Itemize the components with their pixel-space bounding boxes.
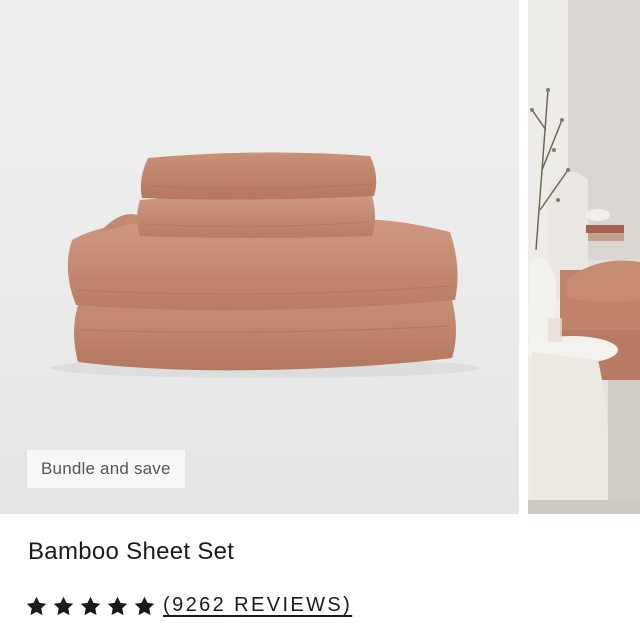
bundle-badge: Bundle and save (27, 450, 185, 488)
reviews-close-paren: ) (343, 594, 353, 616)
star-icon (134, 596, 155, 616)
star-icon (107, 596, 128, 616)
product-lifestyle-image[interactable] (528, 0, 640, 514)
star-icon (80, 596, 101, 616)
product-main-image[interactable]: Bundle and save (0, 0, 519, 514)
product-title: Bamboo Sheet Set (28, 538, 235, 565)
reviews-open-paren: ( (163, 594, 173, 616)
reviews-link[interactable]: (9262 REVIEWS) (163, 594, 352, 617)
star-icon (26, 596, 47, 616)
product-info: Bamboo Sheet Set (9262 REVIEWS) (0, 514, 640, 640)
product-image-gallery: Bundle and save (0, 0, 640, 514)
product-rating: (9262 REVIEWS) (26, 594, 352, 617)
folded-sheets-illustration (50, 152, 480, 378)
reviews-label: REVIEWS (234, 594, 344, 616)
bedroom-scene-illustration (528, 0, 640, 514)
star-icon (53, 596, 74, 616)
reviews-count: 9262 (172, 594, 227, 616)
rating-stars (26, 596, 155, 616)
